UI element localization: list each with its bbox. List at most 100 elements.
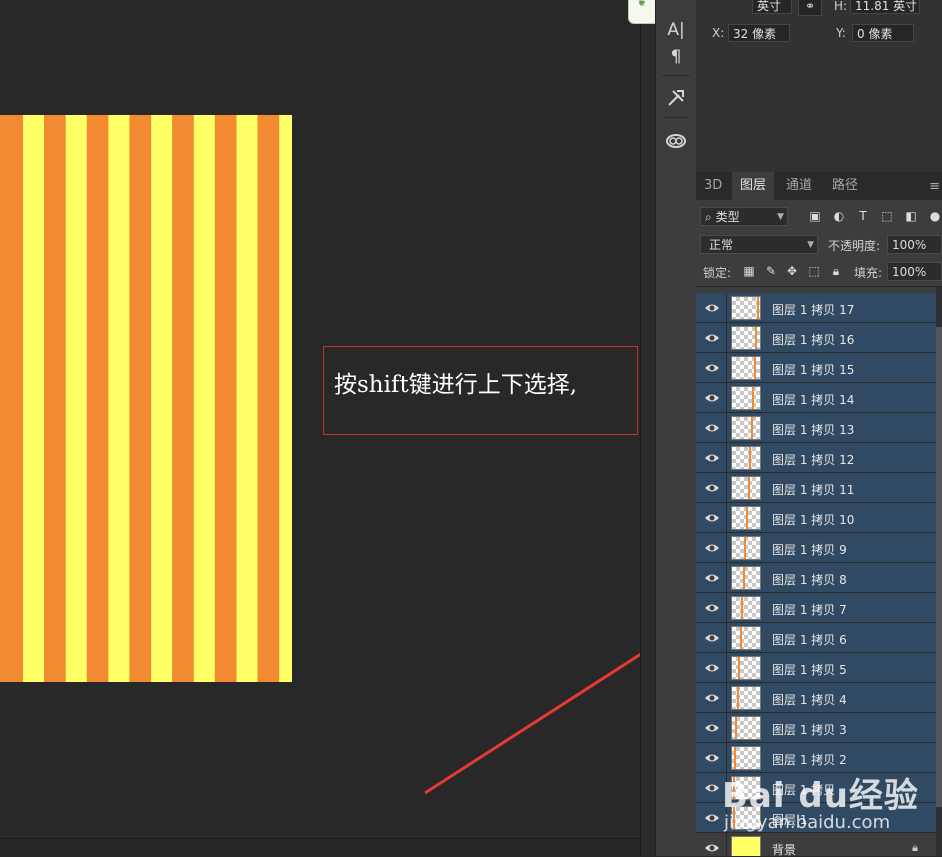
layer-name[interactable]: 图层 1 拷贝 8 — [772, 571, 847, 588]
canvas-horizontal-scrollbar[interactable] — [0, 838, 640, 857]
tab-paths[interactable]: 路径 — [824, 172, 866, 200]
height-field[interactable]: 11.81 英寸 — [850, 0, 920, 14]
layer-name[interactable]: 图层 1 拷贝 15 — [772, 361, 854, 378]
eye-icon[interactable] — [704, 422, 720, 434]
layer-name[interactable]: 图层 1 拷贝 6 — [772, 631, 847, 648]
paragraph-icon[interactable]: ¶ — [660, 43, 692, 71]
link-dimensions-icon[interactable]: ⚭ — [798, 0, 822, 16]
layer-row[interactable]: 图层 1 拷贝 16 — [696, 323, 936, 353]
tab-3d[interactable]: 3D — [696, 172, 730, 200]
stripe-preview — [748, 477, 750, 499]
divider — [726, 383, 727, 413]
layer-thumbnail — [731, 536, 761, 560]
yellow-stripe — [279, 115, 292, 682]
layer-name[interactable]: 图层 1 拷贝 17 — [772, 301, 854, 318]
layer-row[interactable]: 图层 1 拷贝 14 — [696, 383, 936, 413]
document-canvas[interactable]: 按shift键进行上下选择, — [0, 0, 670, 856]
layer-row[interactable]: 图层 1 拷贝 10 — [696, 503, 936, 533]
layer-name[interactable]: 背景 — [772, 841, 796, 856]
layer-name[interactable]: 图层 1 拷贝 10 — [772, 511, 854, 528]
layer-name[interactable]: 图层 1 拷贝 16 — [772, 331, 854, 348]
lock-artboard-icon[interactable]: ⬚ — [808, 265, 820, 277]
eye-icon[interactable] — [704, 722, 720, 734]
layer-row[interactable]: 图层 1 拷贝 15 — [696, 353, 936, 383]
filter-toggle-icon[interactable]: ● — [928, 209, 942, 223]
layers-scrollbar[interactable] — [936, 287, 942, 856]
eye-icon[interactable] — [704, 632, 720, 644]
type-tool-icon[interactable]: A| — [660, 16, 692, 44]
layer-name[interactable]: 图层 1 拷贝 13 — [772, 421, 854, 438]
eye-icon[interactable] — [704, 662, 720, 674]
creative-cloud-icon[interactable] — [660, 126, 692, 154]
layer-name[interactable]: 图层 1 拷贝 5 — [772, 661, 847, 678]
layer-thumbnail — [731, 476, 761, 500]
eye-icon[interactable] — [704, 332, 720, 344]
stripe-preview — [751, 417, 753, 439]
layer-name[interactable]: 图层 1 拷贝 11 — [772, 481, 854, 498]
layer-row[interactable]: 图层 1 拷贝 11 — [696, 473, 936, 503]
smart-object-filter-icon[interactable]: ◧ — [904, 209, 918, 223]
tab-channels[interactable]: 通道 — [778, 172, 820, 200]
layer-row[interactable]: 图层 1 拷贝 12 — [696, 443, 936, 473]
type-filter-icon[interactable]: T — [856, 209, 870, 223]
eye-icon[interactable] — [704, 542, 720, 554]
eye-icon[interactable] — [704, 392, 720, 404]
fill-field[interactable]: 100% — [887, 262, 942, 281]
eye-icon[interactable] — [704, 362, 720, 374]
layer-name[interactable]: 图层 1 拷贝 9 — [772, 541, 847, 558]
width-field[interactable]: 英寸 — [752, 0, 792, 14]
layer-row[interactable]: 图层 1 拷贝 4 — [696, 683, 936, 713]
layer-name[interactable]: 图层 1 拷贝 4 — [772, 691, 847, 708]
striped-artwork — [0, 115, 292, 682]
panel-menu-icon[interactable]: ≡ — [929, 179, 940, 194]
layer-row[interactable]: 图层 1 拷贝 6 — [696, 623, 936, 653]
eye-icon[interactable] — [704, 482, 720, 494]
adjustment-filter-icon[interactable]: ◐ — [832, 209, 846, 223]
layer-thumbnail — [731, 656, 761, 680]
layer-row[interactable]: 图层 1 拷贝 8 — [696, 563, 936, 593]
eye-icon[interactable] — [704, 752, 720, 764]
lock-transparency-icon[interactable]: ▦ — [743, 265, 755, 277]
lock-pixels-icon[interactable]: ✎ — [765, 265, 777, 277]
eye-icon[interactable] — [704, 602, 720, 614]
layer-thumbnail — [731, 416, 761, 440]
layer-row[interactable]: 图层 1 拷贝 3 — [696, 713, 936, 743]
stripe-preview — [757, 297, 759, 319]
eye-icon[interactable] — [704, 572, 720, 584]
layer-row[interactable]: 图层 1 拷贝 17 — [696, 293, 936, 323]
filter-kind-select[interactable]: ⌕ 类型 ▼ — [700, 207, 788, 226]
divider — [726, 293, 727, 323]
layer-name[interactable]: 图层 1 拷贝 3 — [772, 721, 847, 738]
eye-icon[interactable] — [704, 812, 720, 824]
eye-icon[interactable] — [704, 512, 720, 524]
pixel-filter-icon[interactable]: ▣ — [808, 209, 822, 223]
divider — [726, 503, 727, 533]
brush-settings-icon[interactable] — [660, 84, 692, 112]
shape-filter-icon[interactable]: ⬚ — [880, 209, 894, 223]
eye-icon[interactable] — [704, 692, 720, 704]
blend-mode-select[interactable]: 正常 ▼ — [700, 235, 818, 254]
layer-name[interactable]: 图层 1 拷贝 12 — [772, 451, 854, 468]
scrollbar-thumb[interactable] — [936, 327, 942, 807]
divider — [726, 593, 727, 623]
layer-row[interactable]: 图层 1 拷贝 9 — [696, 533, 936, 563]
layer-name[interactable]: 图层 1 拷贝 14 — [772, 391, 854, 408]
eye-icon[interactable] — [704, 452, 720, 464]
layer-name[interactable]: 图层 1 拷贝 7 — [772, 601, 847, 618]
layer-row[interactable]: 图层 1 拷贝 7 — [696, 593, 936, 623]
y-field[interactable]: 0 像素 — [852, 24, 914, 42]
lock-all-icon[interactable]: 🔒︎ — [830, 265, 842, 277]
eye-icon[interactable] — [704, 842, 720, 854]
layer-thumbnail — [731, 596, 761, 620]
layer-row[interactable]: 图层 1 拷贝 13 — [696, 413, 936, 443]
lock-position-icon[interactable]: ✥ — [786, 265, 798, 277]
x-field[interactable]: 32 像素 — [728, 24, 790, 42]
divider — [726, 713, 727, 743]
tab-layers[interactable]: 图层 — [732, 172, 775, 200]
eye-icon[interactable] — [704, 302, 720, 314]
divider — [662, 117, 690, 118]
opacity-field[interactable]: 100% — [887, 235, 942, 254]
layer-row[interactable]: 图层 1 拷贝 5 — [696, 653, 936, 683]
eye-icon[interactable] — [704, 782, 720, 794]
canvas-vertical-scrollbar[interactable] — [640, 0, 655, 856]
